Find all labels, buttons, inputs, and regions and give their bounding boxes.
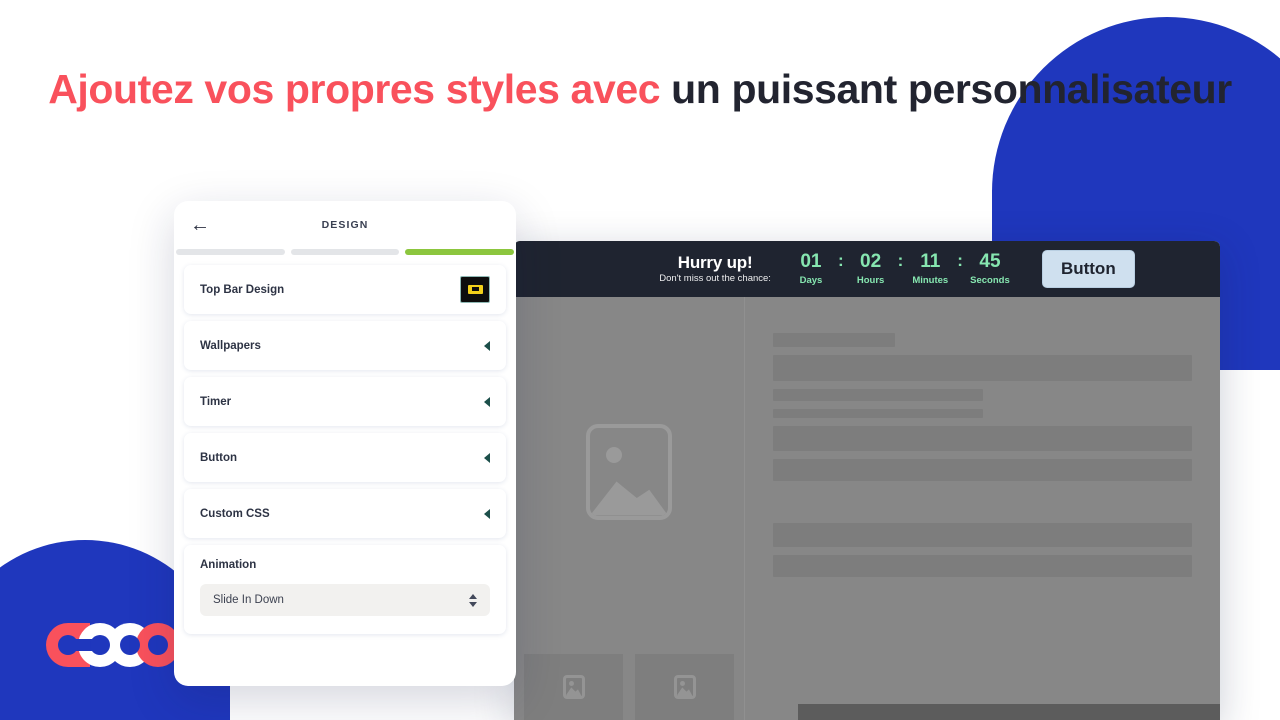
preview-page-skeleton (514, 297, 1220, 720)
panel-item-label: Top Bar Design (200, 283, 285, 296)
countdown-message: Hurry up! Don't miss out the chance: (659, 253, 771, 285)
skeleton-thumbnail-row (514, 646, 744, 720)
skeleton-thumbnail (635, 654, 734, 720)
skeleton-left-column (514, 297, 745, 720)
countdown-seconds-value: 45 (979, 250, 1001, 272)
headline-rest: un puissant personnalisateur (660, 66, 1232, 112)
panel-item-timer[interactable]: Timer (184, 377, 506, 426)
countdown-days-label: Days (799, 275, 823, 287)
skeleton-bar (773, 555, 1192, 577)
countdown-unit-seconds: 45 Seconds (968, 250, 1012, 287)
brand-logo (42, 622, 192, 668)
countdown-unit-hours: 02 Hours (849, 250, 893, 287)
countdown-separator: : (897, 250, 904, 270)
topbar-cta-button[interactable]: Button (1041, 250, 1135, 288)
skeleton-bar (773, 489, 1192, 515)
chevron-left-icon[interactable] (484, 508, 490, 519)
chevron-left-icon[interactable] (484, 340, 490, 351)
skeleton-bar (773, 459, 1192, 481)
countdown-minutes-value: 11 (920, 250, 941, 272)
skeleton-hero (514, 297, 744, 646)
panel-item-label: Wallpapers (200, 339, 261, 352)
countdown-separator: : (957, 250, 963, 270)
countdown-hours-value: 02 (860, 250, 882, 272)
skeleton-bar (773, 333, 895, 347)
countdown-subtitle: Don't miss out the chance: (659, 273, 771, 285)
good-logo-icon (46, 623, 180, 667)
panel-header: ← DESIGN (174, 201, 516, 249)
page-headline: Ajoutez vos propres styles avec un puiss… (0, 62, 1280, 117)
skeleton-footer-bar (798, 704, 1220, 720)
image-placeholder-icon (562, 675, 585, 699)
stepper-arrows-icon[interactable] (469, 593, 477, 607)
countdown-seconds-label: Seconds (970, 275, 1010, 287)
panel-title: DESIGN (321, 219, 369, 231)
skeleton-bar (773, 523, 1192, 547)
countdown-minutes-label: Minutes (912, 275, 949, 287)
panel-item-label: Custom CSS (200, 507, 270, 520)
animation-selected-value: Slide In Down (213, 594, 284, 606)
skeleton-text-bars (745, 297, 1220, 720)
image-placeholder-icon (586, 423, 672, 520)
chevron-left-icon[interactable] (484, 452, 490, 463)
panel-item-label: Button (200, 451, 238, 464)
promo-screenshot: Ajoutez vos propres styles avec un puiss… (0, 0, 1280, 720)
headline-accent: Ajoutez vos propres styles avec (48, 66, 661, 112)
skeleton-thumbnail (524, 654, 623, 720)
countdown-hours-label: Hours (856, 275, 885, 287)
panel-item-custom-css[interactable]: Custom CSS (184, 489, 506, 538)
panel-item-top-bar-design[interactable]: Top Bar Design (184, 265, 506, 314)
countdown-unit-days: 01 Days (789, 250, 833, 287)
countdown-unit-minutes: 11 Minutes (908, 250, 952, 287)
skeleton-bar (773, 409, 983, 418)
panel-item-wallpapers[interactable]: Wallpapers (184, 321, 506, 370)
skeleton-bar (773, 389, 983, 401)
countdown-topbar: Hurry up! Don't miss out the chance: 01 … (514, 241, 1220, 297)
panel-item-button[interactable]: Button (184, 433, 506, 482)
panel-section-animation: Animation Slide In Down (184, 545, 506, 634)
top-bar-preview-swatch-icon[interactable] (460, 276, 490, 303)
countdown-title: Hurry up! (677, 252, 753, 272)
site-preview-window: Hurry up! Don't miss out the chance: 01 … (514, 241, 1220, 720)
image-placeholder-icon (673, 675, 696, 699)
animation-select[interactable]: Slide In Down (200, 584, 490, 616)
countdown-separator: : (837, 250, 844, 270)
chevron-left-icon[interactable] (484, 396, 490, 407)
panel-item-label: Timer (200, 395, 232, 408)
panel-item-list: Top Bar Design Wallpapers Timer Button C… (174, 255, 516, 686)
countdown-days-value: 01 (800, 250, 822, 272)
skeleton-bar (773, 426, 1192, 451)
countdown-timer: 01 Days : 02 Hours : 11 Minutes : 45 Sec… (789, 250, 1012, 287)
design-customizer-panel: ← DESIGN Top Bar Design Wallpapers Timer (174, 201, 516, 686)
animation-label: Animation (200, 559, 257, 571)
skeleton-bar (773, 355, 1192, 381)
